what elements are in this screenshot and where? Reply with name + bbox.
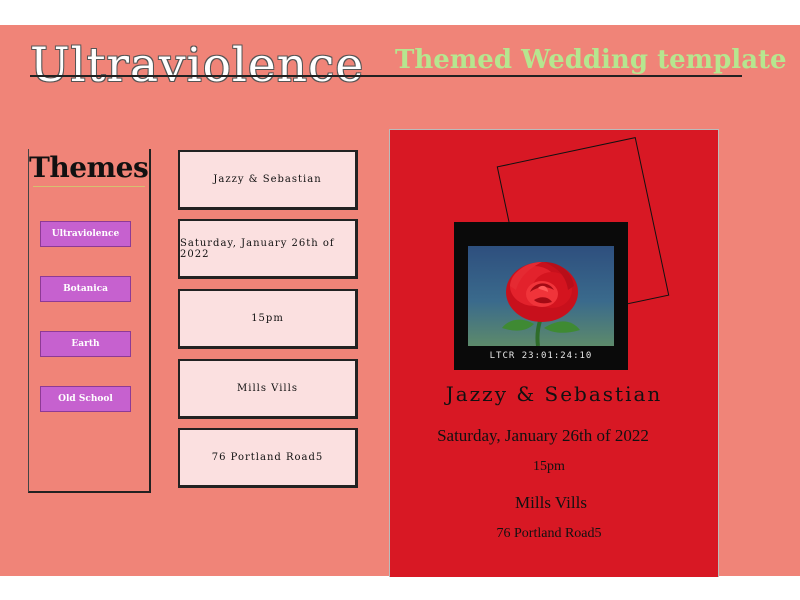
rose-image [468, 246, 614, 346]
card-names: Jazzy & Sebastian [445, 382, 663, 406]
page: Ultraviolence Themed Wedding template Th… [0, 25, 800, 577]
rose-icon [502, 262, 580, 346]
themes-heading: Themes [29, 151, 149, 184]
venue-field[interactable]: Mills Vills [178, 359, 358, 419]
page-subtitle: Themed Wedding template [395, 45, 787, 75]
rose-photo-frame: LTCR 23:01:24:10 [454, 222, 628, 370]
card-time: 15pm [533, 459, 565, 474]
theme-button-ultraviolence[interactable]: Ultraviolence [40, 221, 131, 247]
address-field[interactable]: 76 Portland Road5 [178, 428, 358, 488]
card-address: 76 Portland Road5 [496, 526, 602, 541]
card-venue: Mills Vills [515, 493, 587, 512]
date-field[interactable]: Saturday, January 26th of 2022 [178, 219, 358, 279]
card-date: Saturday, January 26th of 2022 [437, 426, 649, 445]
names-field[interactable]: Jazzy & Sebastian [178, 150, 358, 210]
theme-button-earth[interactable]: Earth [40, 331, 131, 357]
timecode-label: LTCR 23:01:24:10 [489, 351, 593, 361]
themes-panel: Themes Ultraviolence Botanica Earth Old … [28, 149, 151, 493]
page-title: Ultraviolence [30, 38, 365, 93]
time-field[interactable]: 15pm [178, 289, 358, 349]
theme-button-botanica[interactable]: Botanica [40, 276, 131, 302]
invitation-preview: LTCR 23:01:24:10 Jazzy & Sebastian Satur… [389, 129, 719, 577]
themes-heading-underline [33, 186, 145, 187]
header-divider [30, 75, 742, 77]
theme-button-old-school[interactable]: Old School [40, 386, 131, 412]
